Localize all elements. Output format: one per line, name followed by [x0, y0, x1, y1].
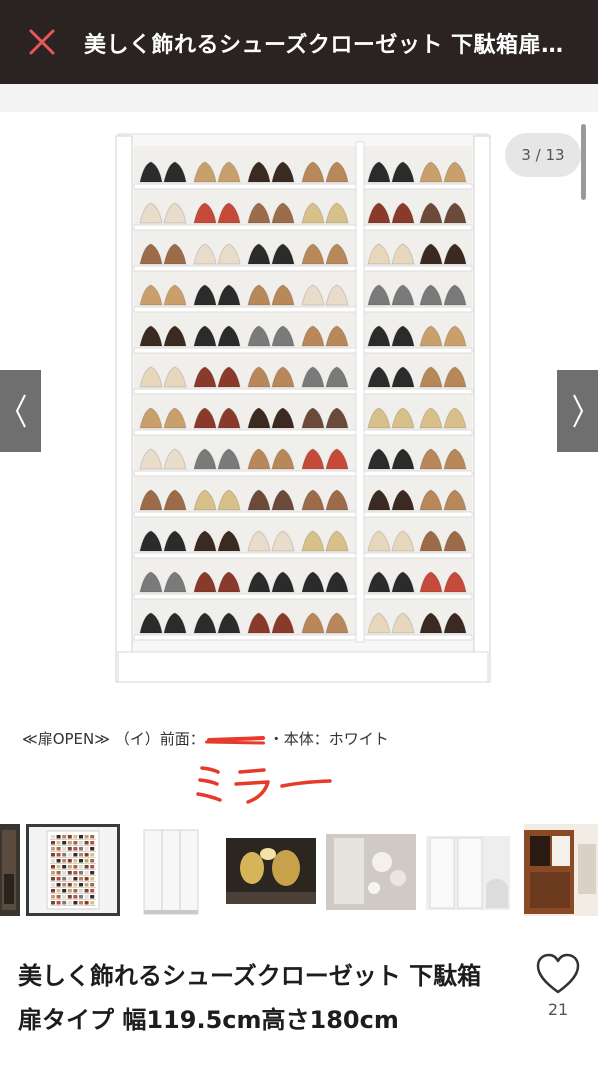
caption-text-after: ・本体：ホワイト — [268, 730, 389, 748]
redaction-mark — [205, 732, 269, 748]
thumbnail-2[interactable] — [26, 824, 120, 916]
image-caption: ≪扉OPEN≫ （イ）前面： ・本体：ホワイト — [22, 728, 389, 749]
next-image-button[interactable] — [557, 370, 598, 452]
chevron-right-icon — [572, 394, 583, 428]
image-counter: 3 / 13 — [505, 133, 581, 177]
scrollbar[interactable] — [581, 124, 586, 200]
product-title: 美しく飾れるシューズクローゼット 下駄箱扉タイプ 幅119.5cm高さ180cm — [18, 962, 482, 1034]
thumbnail-1[interactable] — [0, 824, 20, 916]
handwritten-annotation — [196, 766, 332, 804]
prev-image-button[interactable] — [0, 370, 41, 452]
thumbnail-4[interactable] — [224, 824, 318, 916]
chevron-left-icon — [15, 394, 26, 428]
app-header: 美しく飾れるシューズクローゼット 下駄箱扉タイプ 幅119.5cm高さ180cm — [0, 0, 598, 84]
thumbnail-6[interactable] — [424, 824, 514, 916]
favorite-button[interactable]: 21 — [534, 952, 582, 1032]
thumbnail-7[interactable] — [524, 824, 598, 916]
close-icon — [29, 29, 55, 55]
heart-icon — [536, 953, 580, 994]
thumbnail-5[interactable] — [324, 824, 418, 916]
product-main-image[interactable] — [0, 112, 598, 712]
shoe-closet-image — [115, 133, 491, 683]
header-title: 美しく飾れるシューズクローゼット 下駄箱扉タイプ 幅119.5cm高さ180cm — [84, 33, 574, 58]
thumbnail-strip — [0, 820, 598, 920]
header-spacer — [0, 84, 598, 112]
close-button[interactable] — [26, 26, 58, 58]
like-count: 21 — [547, 1000, 569, 1019]
caption-text-before: ≪扉OPEN≫ （イ）前面： — [22, 730, 205, 748]
thumbnail-3[interactable] — [140, 824, 202, 916]
